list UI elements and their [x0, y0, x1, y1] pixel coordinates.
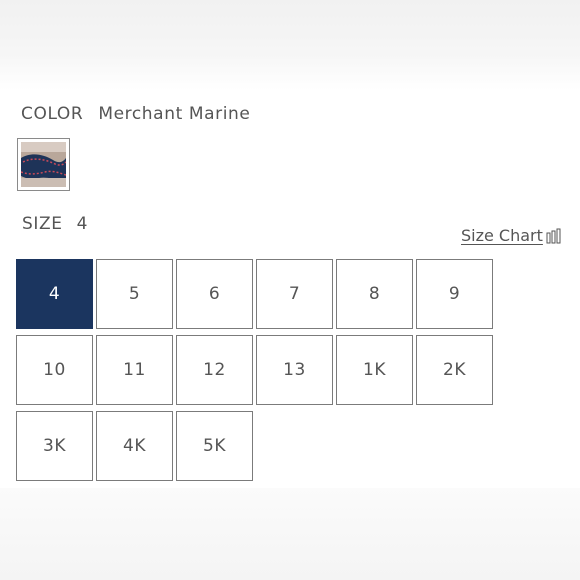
size-chart-link[interactable]: Size Chart [461, 226, 564, 245]
selected-size-value: 4 [76, 214, 89, 234]
color-row: COLOR Merchant Marine [21, 104, 250, 124]
size-option[interactable]: 10 [16, 335, 93, 405]
top-background [0, 0, 580, 90]
size-option[interactable]: 7 [256, 259, 333, 329]
size-chart-label: Size Chart [461, 226, 543, 245]
size-option[interactable]: 12 [176, 335, 253, 405]
size-option[interactable]: 11 [96, 335, 173, 405]
size-option[interactable]: 5K [176, 411, 253, 481]
size-option[interactable]: 6 [176, 259, 253, 329]
merchant-marine-swatch-icon [21, 142, 66, 187]
size-row: SIZE 4 [22, 214, 88, 234]
ruler-icon [546, 228, 564, 244]
size-option[interactable]: 3K [16, 411, 93, 481]
color-value: Merchant Marine [98, 104, 251, 124]
size-option-selected[interactable]: 4 [16, 259, 93, 329]
size-option[interactable]: 13 [256, 335, 333, 405]
size-options-grid: 4 5 6 7 8 9 10 11 12 13 1K 2K 3K 4K 5K [16, 259, 493, 481]
size-option[interactable]: 1K [336, 335, 413, 405]
bottom-background [0, 488, 580, 580]
size-option[interactable]: 4K [96, 411, 173, 481]
size-option[interactable]: 8 [336, 259, 413, 329]
size-option[interactable]: 2K [416, 335, 493, 405]
color-label: COLOR [21, 104, 84, 124]
size-label: SIZE [22, 214, 63, 234]
color-swatch[interactable] [17, 138, 70, 191]
size-option[interactable]: 5 [96, 259, 173, 329]
size-option[interactable]: 9 [416, 259, 493, 329]
